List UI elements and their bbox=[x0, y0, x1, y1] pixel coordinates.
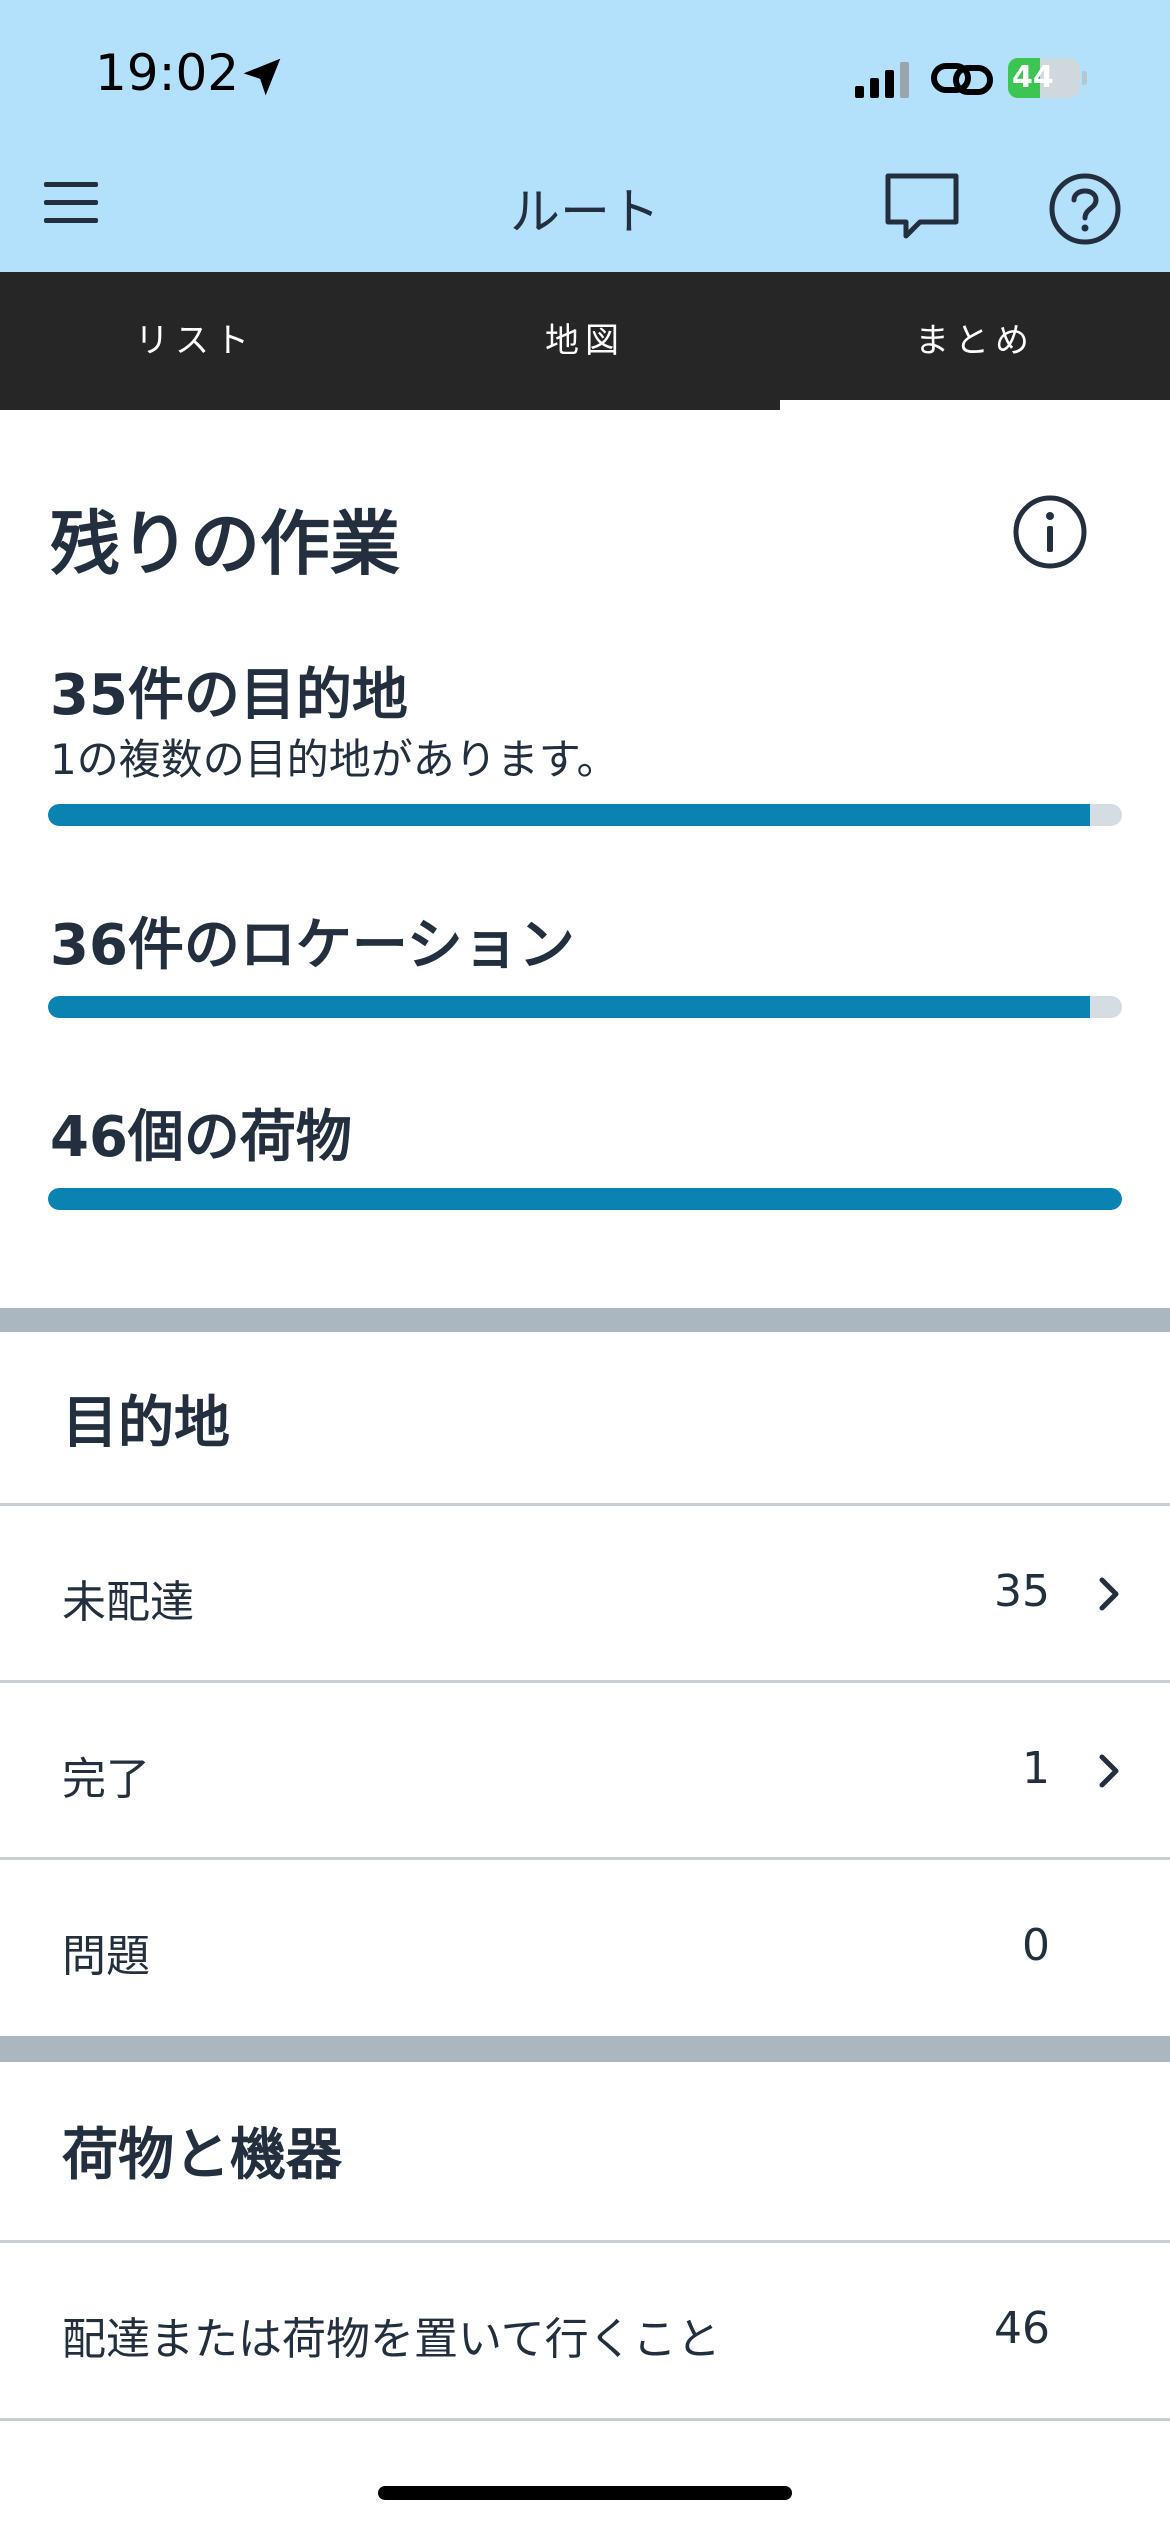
packages-progress-bar bbox=[48, 1188, 1122, 1210]
row-label: 配達または荷物を置いて行くこと bbox=[62, 2314, 721, 2365]
packages-section-title: 荷物と機器 bbox=[62, 2123, 342, 2188]
row-completed[interactable]: 完了 1 bbox=[0, 1683, 1170, 1857]
row-problems: 問題 0 bbox=[0, 1860, 1170, 2034]
chevron-right-icon bbox=[1099, 1754, 1119, 1788]
link-icon bbox=[931, 63, 993, 95]
row-value: 0 bbox=[1022, 1920, 1050, 1971]
row-value: 35 bbox=[994, 1566, 1050, 1617]
row-value: 1 bbox=[1022, 1743, 1050, 1794]
destinations-metric-note: 1の複数の目的地があります。 bbox=[50, 735, 619, 784]
row-label: 問題 bbox=[62, 1931, 150, 1982]
location-arrow-icon bbox=[243, 58, 281, 96]
info-icon[interactable] bbox=[1012, 494, 1088, 570]
destinations-section-title: 目的地 bbox=[62, 1391, 230, 1456]
locations-progress-bar bbox=[48, 996, 1122, 1018]
help-icon[interactable] bbox=[1048, 172, 1122, 246]
tab-list[interactable]: リスト bbox=[0, 272, 390, 410]
locations-progress-fill bbox=[48, 996, 1090, 1018]
row-label: 未配達 bbox=[62, 1577, 194, 1628]
row-deliver-or-leave[interactable]: 配達または荷物を置いて行くこと 46 bbox=[0, 2243, 1170, 2418]
packages-metric: 46個の荷物 bbox=[50, 1105, 352, 1170]
row-undelivered[interactable]: 未配達 35 bbox=[0, 1506, 1170, 1680]
section-divider bbox=[0, 2036, 1170, 2062]
home-indicator[interactable] bbox=[378, 2486, 792, 2500]
destinations-metric: 35件の目的地 bbox=[50, 663, 408, 728]
row-value: 46 bbox=[994, 2303, 1050, 2354]
page-title: ルート bbox=[510, 183, 660, 241]
section-divider bbox=[0, 1308, 1170, 1332]
destinations-progress-fill bbox=[48, 804, 1090, 826]
destinations-progress-bar bbox=[48, 804, 1122, 826]
tab-summary[interactable]: まとめ bbox=[780, 272, 1170, 410]
battery-percent: 44 bbox=[1012, 60, 1054, 95]
tab-map[interactable]: 地図 bbox=[390, 272, 780, 410]
row-label: 完了 bbox=[62, 1754, 150, 1805]
remaining-work-title: 残りの作業 bbox=[50, 503, 400, 585]
locations-metric: 36件のロケーション bbox=[50, 913, 575, 978]
packages-progress-fill bbox=[48, 1188, 1122, 1210]
battery-charging-icon: 44 bbox=[1008, 58, 1088, 100]
chat-icon[interactable] bbox=[884, 172, 960, 242]
tab-bar: リスト 地図 まとめ bbox=[0, 272, 1170, 410]
signal-icon bbox=[855, 62, 909, 98]
active-tab-indicator bbox=[780, 400, 1170, 410]
status-time: 19:02 bbox=[95, 44, 240, 102]
chevron-right-icon bbox=[1099, 1577, 1119, 1611]
row-divider bbox=[0, 2418, 1170, 2421]
